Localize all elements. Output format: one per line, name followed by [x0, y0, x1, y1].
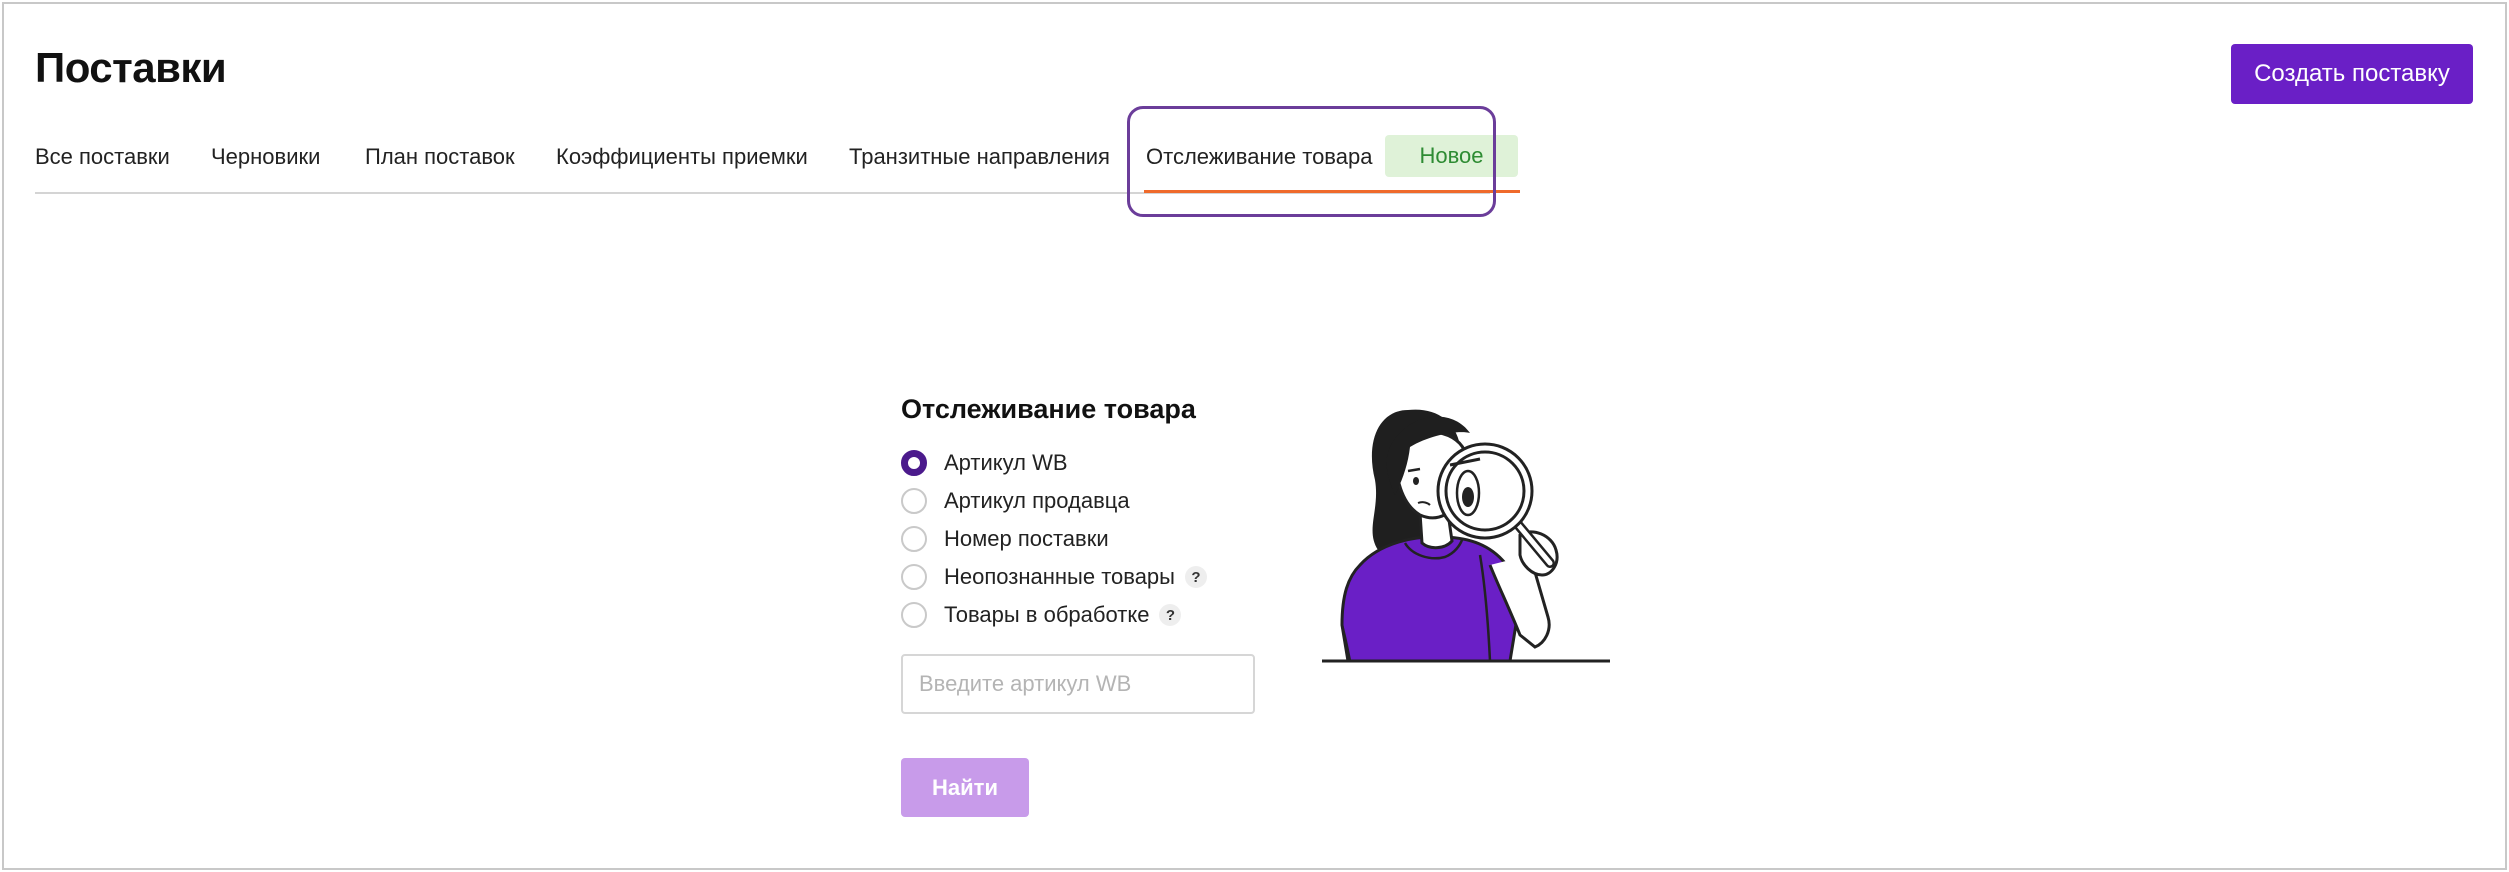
page-title: Поставки — [35, 44, 227, 91]
radio-label: Артикул продавца — [944, 488, 1130, 513]
question-mark-icon[interactable]: ? — [1184, 566, 1207, 588]
radio-label: Товары в обработке — [944, 602, 1150, 627]
tab-acceptance-coefficients[interactable]: Коэффициенты приемки — [556, 140, 808, 174]
wb-article-input[interactable] — [901, 654, 1255, 714]
tab-transit-directions[interactable]: Транзитные направления — [849, 140, 1110, 174]
radio-option-goods-in-processing[interactable]: Товары в обработке ? — [901, 600, 1182, 630]
radio-button[interactable] — [901, 526, 927, 552]
radio-option-seller-article[interactable]: Артикул продавца — [901, 486, 1130, 516]
radio-button[interactable] — [901, 602, 927, 628]
radio-button[interactable] — [901, 564, 927, 590]
radio-label: Номер поставки — [944, 526, 1109, 551]
radio-label: Артикул WB — [944, 450, 1068, 475]
tab-highlight-outline — [1127, 106, 1496, 217]
radio-option-wb-article[interactable]: Артикул WB — [901, 448, 1068, 478]
tab-supply-plan[interactable]: План поставок — [365, 140, 515, 174]
radio-button-checked[interactable] — [901, 450, 927, 476]
woman-with-magnifying-glass-illustration — [1322, 409, 1610, 663]
tab-all-supplies[interactable]: Все поставки — [35, 140, 170, 174]
radio-option-supply-number[interactable]: Номер поставки — [901, 524, 1109, 554]
find-button[interactable]: Найти — [901, 758, 1029, 817]
question-mark-icon[interactable]: ? — [1159, 604, 1182, 626]
tracking-title: Отслеживание товара — [901, 394, 1196, 424]
radio-label: Неопознанные товары — [944, 564, 1175, 589]
create-supply-button[interactable]: Создать поставку — [2231, 44, 2473, 104]
radio-option-unidentified-goods[interactable]: Неопознанные товары ? — [901, 562, 1207, 592]
tab-drafts[interactable]: Черновики — [211, 140, 320, 174]
radio-button[interactable] — [901, 488, 927, 514]
